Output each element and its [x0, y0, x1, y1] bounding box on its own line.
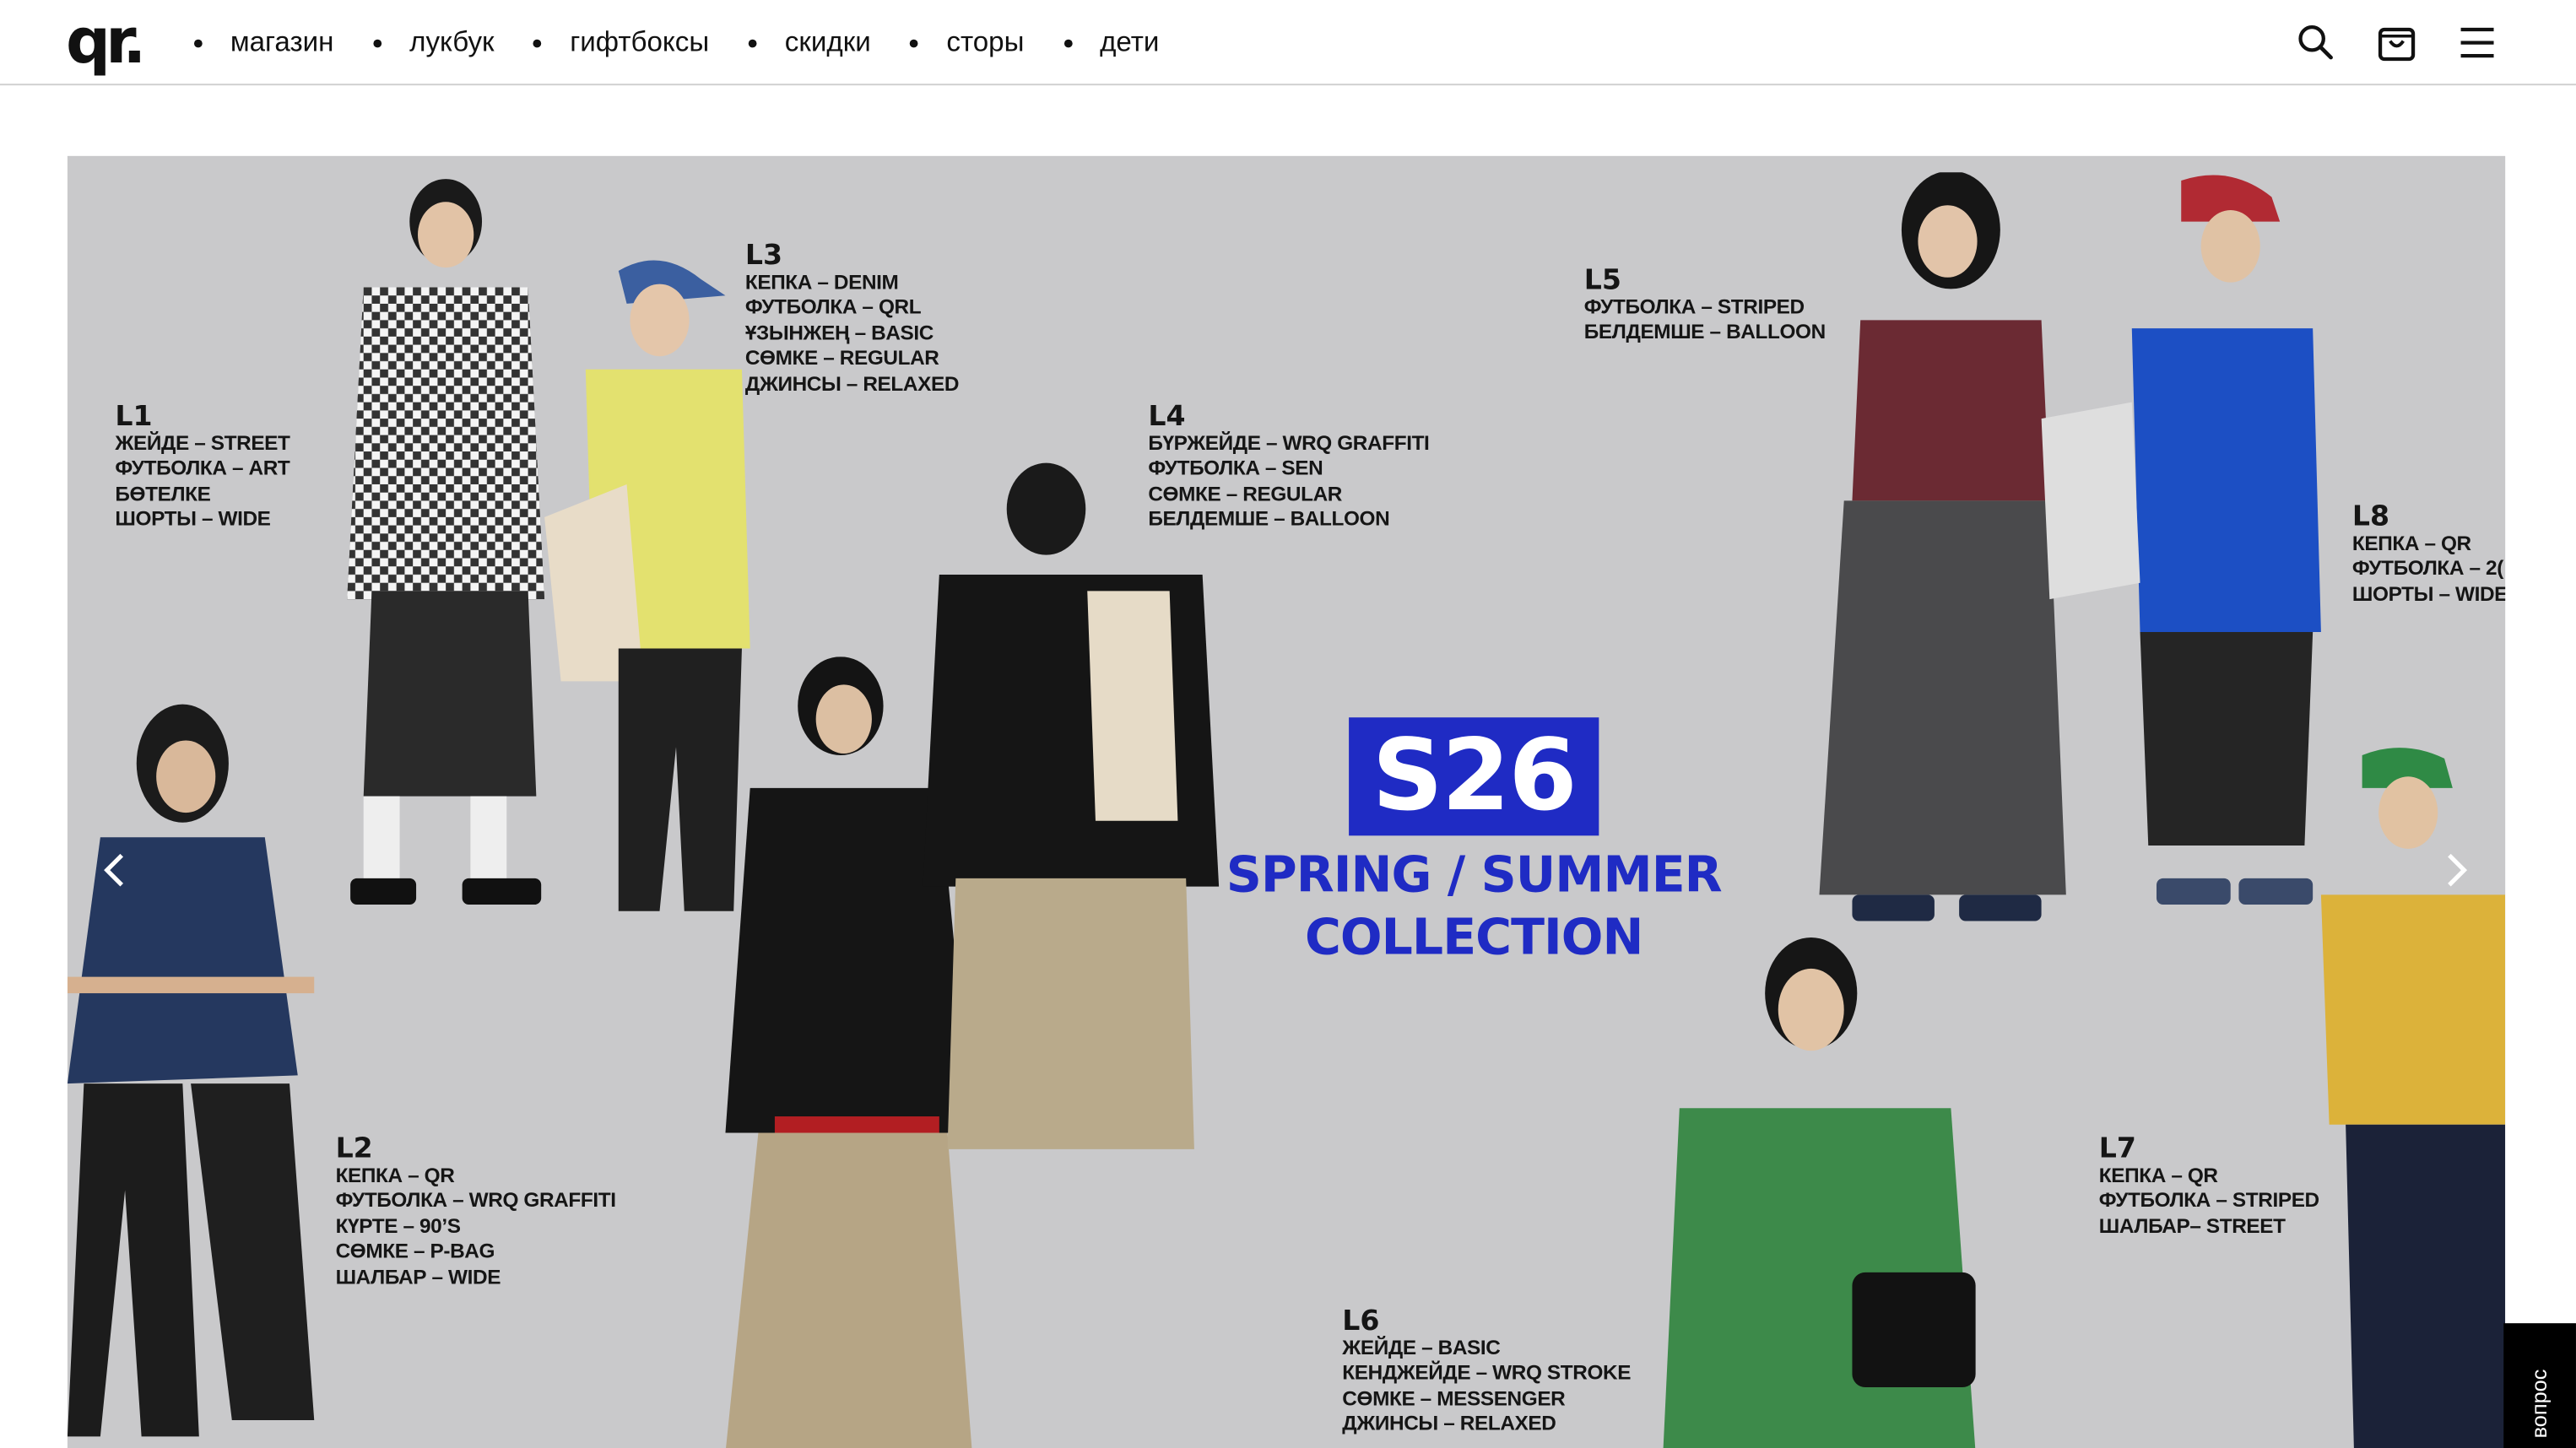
model-l7-figure — [2320, 748, 2506, 1448]
site-header: qr. магазин лукбук гифтбоксы скидки стор… — [0, 0, 2576, 86]
look-item: ДЖИНСЫ – RELAXED — [1342, 1412, 1556, 1435]
shopping-bag-icon[interactable] — [2375, 21, 2418, 64]
look-code: L8 — [2351, 500, 2390, 534]
look-item: КЕПКА – DENIM — [744, 271, 899, 294]
look-item: БҮРЖЕЙДЕ – WRQ GRAFFITI — [1148, 431, 1430, 455]
nav-label: лукбук — [409, 26, 495, 58]
look-l4: L4 БҮРЖЕЙДЕ – WRQ GRAFFITI ФУТБОЛКА – SE… — [1148, 403, 1429, 533]
look-item: ФУТБОЛКА – 2( — [2351, 557, 2503, 581]
look-item: ҰЗЫНЖЕҢ – BASIC — [744, 321, 934, 345]
nav-item-giftboxes[interactable]: гифтбоксы — [533, 26, 709, 59]
look-code: L1 — [115, 400, 153, 434]
look-item: БЕЛДЕМШЕ – BALLOON — [1583, 321, 1826, 344]
look-code: L2 — [335, 1132, 373, 1166]
collection-title-block: S26 SPRING / SUMMER COLLECTION — [1219, 717, 1729, 970]
look-item: ЖЕЙДЕ – BASIC — [1342, 1336, 1501, 1359]
chevron-right-icon[interactable] — [2436, 851, 2476, 890]
nav-item-stores[interactable]: сторы — [910, 26, 1025, 59]
look-item: КЕНДЖЕЙДЕ – WRQ STROKE — [1342, 1361, 1632, 1385]
season-badge: S26 — [1349, 717, 1599, 836]
collection-title-line2: COLLECTION — [1304, 909, 1643, 967]
look-l3: L3 КЕПКА – DENIM ФУТБОЛКА – QRL ҰЗЫНЖЕҢ … — [744, 240, 960, 397]
look-item: ФУТБОЛКА – ART — [115, 457, 290, 480]
nav-label: дети — [1100, 26, 1160, 58]
look-item: ЖЕЙДЕ – STREET — [115, 431, 290, 455]
look-item: ФУТБОЛКА – WRQ GRAFFITI — [335, 1189, 616, 1213]
model-l5b-figure — [2041, 175, 2321, 905]
look-item: БЕЛДЕМШЕ – BALLOON — [1148, 507, 1390, 531]
collection-title-line1: SPRING / SUMMER — [1226, 846, 1723, 905]
look-code: L3 — [744, 240, 783, 273]
look-item: ШОРТЫ – WIDE — [2351, 582, 2506, 606]
look-item: ШАЛБАР – WIDE — [335, 1265, 501, 1289]
question-tab[interactable]: вопрос — [2503, 1323, 2576, 1448]
look-item: ФУТБОЛКА – SEN — [1148, 457, 1323, 480]
look-item: КЕПКА – QR — [2098, 1164, 2218, 1187]
nav-label: скидки — [784, 26, 871, 58]
nav-label: магазин — [230, 26, 334, 58]
qr-logo[interactable]: qr. — [66, 10, 146, 73]
look-item: КЕПКА – QR — [335, 1164, 455, 1187]
nav-label: сторы — [946, 26, 1025, 58]
look-l6: L6 ЖЕЙДЕ – BASIC КЕНДЖЕЙДЕ – WRQ STROKE … — [1342, 1307, 1631, 1438]
look-l7: L7 КЕПКА – QR ФУТБОЛКА – STRIPED ШАЛБАР–… — [2099, 1134, 2319, 1240]
look-code: L5 — [1583, 264, 1621, 298]
look-item: СӨМКЕ – REGULAR — [744, 346, 939, 370]
model-l6-figure — [1663, 937, 1976, 1448]
look-l8: L8 КЕПКА – QR ФУТБОЛКА – 2( ШОРТЫ – WIDE — [2352, 502, 2505, 608]
nav-item-kids[interactable]: дети — [1063, 26, 1159, 59]
main-nav: магазин лукбук гифтбоксы скидки сторы де… — [193, 0, 1199, 85]
nav-item-discounts[interactable]: скидки — [748, 26, 871, 59]
look-l1: L1 ЖЕЙДЕ – STREET ФУТБОЛКА – ART БӨТЕЛКЕ… — [115, 403, 290, 533]
menu-icon[interactable] — [2456, 21, 2499, 64]
look-code: L7 — [2098, 1132, 2136, 1166]
nav-item-lookbook[interactable]: лукбук — [373, 26, 495, 59]
lookbook-hero-slide[interactable]: L1 ЖЕЙДЕ – STREET ФУТБОЛКА – ART БӨТЕЛКЕ… — [67, 155, 2506, 1448]
look-item: ФУТБОЛКА – STRIPED — [1583, 295, 1805, 319]
model-l4-figure — [923, 462, 1220, 1149]
look-item: КҮРТЕ – 90’S — [335, 1214, 461, 1238]
look-l2: L2 КЕПКА – QR ФУТБОЛКА – WRQ GRAFFITI КҮ… — [336, 1134, 616, 1290]
look-item: БӨТЕЛКЕ — [115, 482, 211, 505]
look-item: ФУТБОЛКА – QRL — [744, 295, 922, 320]
look-code: L4 — [1148, 400, 1186, 434]
question-tab-label: вопрос — [2526, 1369, 2552, 1439]
look-item: СӨМКЕ – REGULAR — [1148, 482, 1342, 505]
nav-label: гифтбоксы — [570, 26, 710, 58]
look-item: СӨМКЕ – MESSENGER — [1342, 1386, 1566, 1410]
look-l5: L5 ФУТБОЛКА – STRIPED БЕЛДЕМШЕ – BALLOON — [1584, 266, 1826, 346]
model-l1-figure — [67, 704, 315, 1437]
chevron-left-icon[interactable] — [95, 851, 135, 890]
nav-item-shop[interactable]: магазин — [193, 26, 334, 59]
look-item: КЕПКА – QR — [2351, 532, 2471, 555]
look-item: ШОРТЫ – WIDE — [115, 507, 271, 531]
look-item: СӨМКЕ – P-BAG — [335, 1240, 495, 1263]
look-item: ФУТБОЛКА – STRIPED — [2098, 1189, 2319, 1213]
search-icon[interactable] — [2295, 21, 2338, 64]
look-code: L6 — [1342, 1305, 1380, 1338]
look-item: ДЖИНСЫ – RELAXED — [744, 371, 960, 396]
look-item: ШАЛБАР– STREET — [2098, 1214, 2286, 1238]
